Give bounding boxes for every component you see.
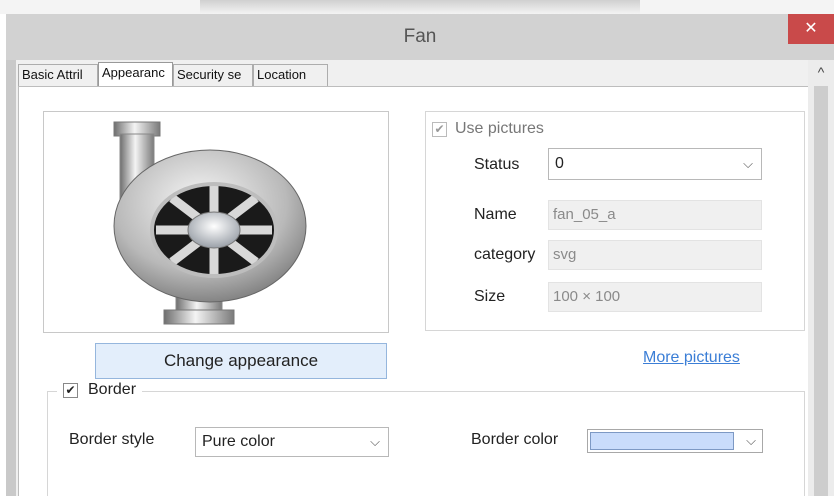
tab-basic-attributes[interactable]: Basic Attril [18,64,98,86]
status-dropdown[interactable]: 0 ⌵ [548,148,762,180]
border-checkbox[interactable]: ✔ [63,382,78,398]
fan-icon [113,121,307,325]
border-style-label: Border style [69,431,155,448]
tab-security[interactable]: Security se [173,64,253,86]
fan-preview [43,111,389,333]
chevron-down-icon: ⌵ [743,156,753,171]
fan-dialog: Fan ✕ Basic Attril Appearanc Security se… [6,14,834,496]
tab-appearance[interactable]: Appearanc [98,62,173,86]
border-color-label: Border color [471,431,559,448]
window-shadow [200,0,640,14]
name-field: fan_05_a [548,200,762,230]
chevron-down-icon: ⌵ [746,433,756,448]
border-legend[interactable]: ✔ Border [57,381,143,399]
title-bar[interactable]: Fan ✕ [6,14,834,60]
scroll-up-arrow-icon[interactable]: ^ [808,64,834,84]
tab-location[interactable]: Location [253,64,328,86]
category-field: svg [548,240,762,270]
scroll-thumb[interactable] [814,86,828,496]
appearance-panel: Change appearance ✔ Use pictures Status … [18,86,812,496]
border-style-value: Pure color [202,433,275,450]
category-label: category [474,246,536,263]
close-button[interactable]: ✕ [788,14,834,44]
status-value: 0 [555,155,564,172]
more-pictures-link[interactable]: More pictures [643,349,740,367]
size-label: Size [474,288,506,305]
border-style-dropdown[interactable]: Pure color ⌵ [195,427,389,457]
use-pictures-checkbox[interactable]: ✔ [432,121,447,137]
border-color-picker[interactable]: ⌵ [587,429,763,453]
status-label: Status [474,156,520,173]
border-color-swatch [590,432,734,450]
dialog-client: Basic Attril Appearanc Security se Locat… [16,60,824,496]
vertical-scrollbar[interactable]: ^ [808,60,834,496]
change-appearance-button[interactable]: Change appearance [95,343,387,379]
use-pictures-group: ✔ Use pictures Status 0 ⌵ Name fan_05_a … [425,111,805,331]
border-label: Border [88,381,137,398]
background-strip [0,0,834,14]
size-field: 100 × 100 [548,282,762,312]
use-pictures-row[interactable]: ✔ Use pictures [432,120,544,138]
name-label: Name [474,206,517,223]
dialog-title: Fan [403,26,437,47]
tab-strip: Basic Attril Appearanc Security se Locat… [18,62,328,86]
chevron-down-icon: ⌵ [370,434,380,449]
use-pictures-label: Use pictures [455,120,544,137]
